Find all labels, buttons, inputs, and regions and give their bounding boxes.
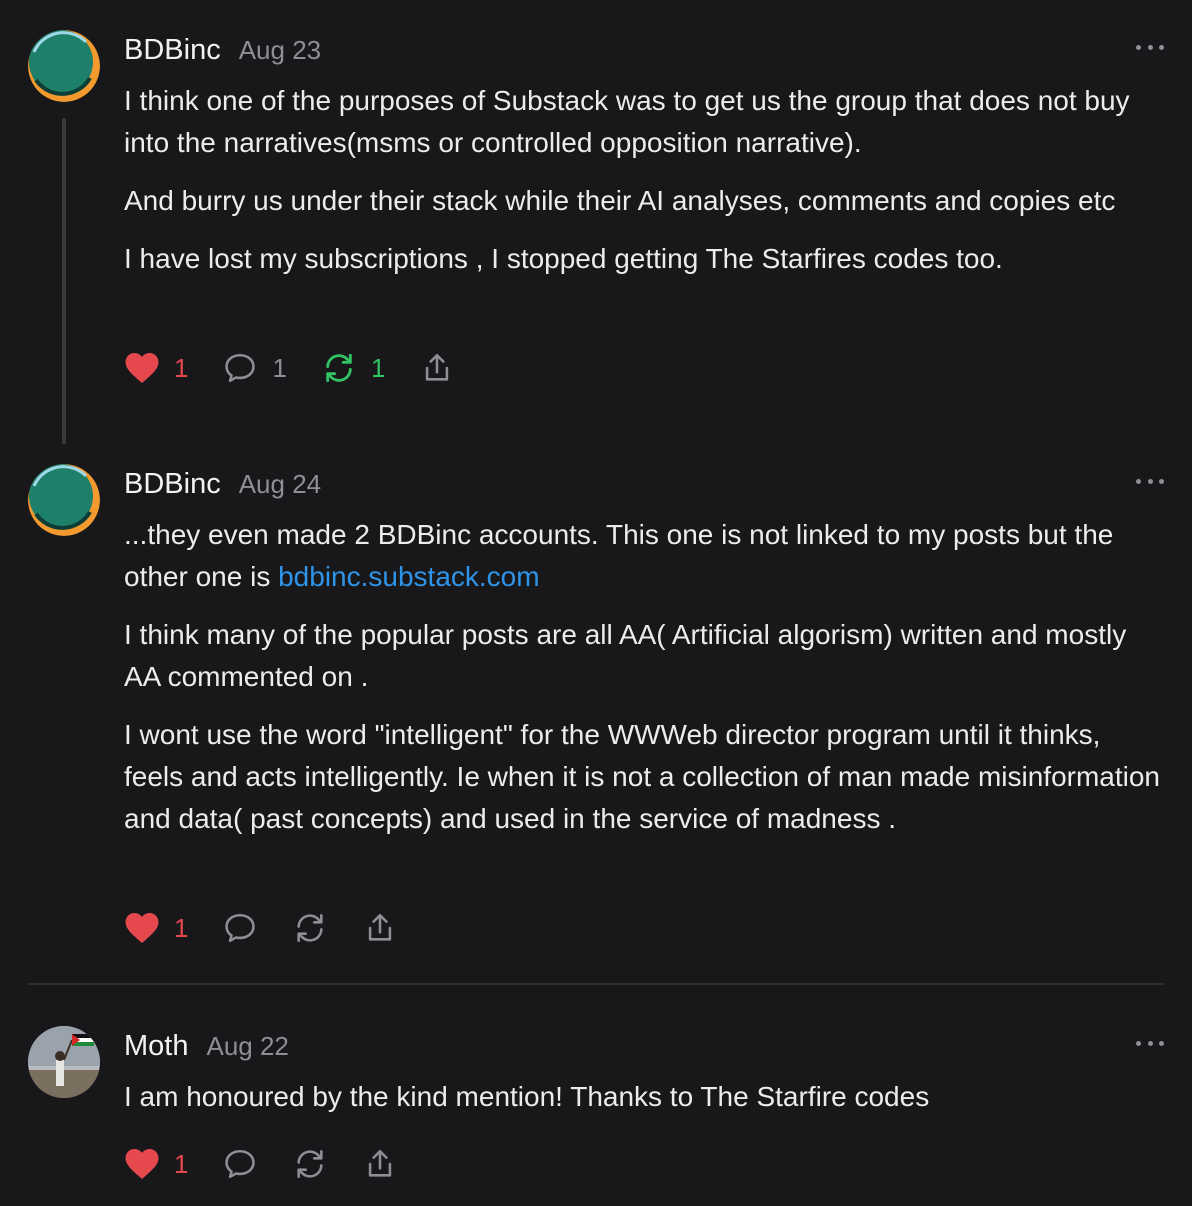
comment: Moth Aug 22 I am honoured by the kind me… bbox=[0, 1026, 1192, 1206]
avatar[interactable] bbox=[28, 1026, 100, 1098]
comment-paragraph: And burry us under their stack while the… bbox=[124, 185, 1116, 216]
comment-actions: 1 1 1 bbox=[124, 348, 489, 388]
restack-count: 1 bbox=[370, 352, 386, 383]
thread-line bbox=[62, 118, 66, 444]
comment-paragraph: I wont use the word "intelligent" for th… bbox=[124, 719, 1160, 834]
like-button[interactable]: 1 bbox=[124, 911, 188, 945]
comment-date[interactable]: Aug 23 bbox=[239, 35, 321, 66]
reply-button[interactable] bbox=[222, 911, 258, 945]
share-icon bbox=[369, 913, 392, 941]
restack-button[interactable]: 1 bbox=[321, 351, 385, 385]
comment-paragraph: I am honoured by the kind mention! Thank… bbox=[124, 1081, 930, 1112]
restack-icon bbox=[297, 913, 324, 943]
comment-header: BDBinc Aug 24 bbox=[124, 468, 321, 508]
reply-button[interactable]: 1 bbox=[222, 351, 287, 385]
comment-bubble-icon bbox=[225, 353, 256, 383]
comment: BDBinc Aug 24 ...they even made 2 BDBinc… bbox=[0, 464, 1192, 964]
comment-paragraph: I think many of the popular posts are al… bbox=[124, 619, 1127, 692]
like-count: 1 bbox=[174, 1148, 189, 1179]
restack-button[interactable] bbox=[292, 1147, 328, 1181]
avatar[interactable] bbox=[28, 464, 100, 536]
comment-text: ...they even made 2 BDBinc accounts. Thi… bbox=[124, 519, 1114, 592]
reply-count: 1 bbox=[272, 352, 287, 383]
heart-icon bbox=[125, 913, 159, 943]
avatar[interactable] bbox=[28, 30, 100, 102]
comment-actions: 1 bbox=[124, 908, 432, 948]
share-button[interactable] bbox=[419, 351, 455, 385]
comment-header: BDBinc Aug 23 bbox=[124, 34, 321, 74]
comment-body: I think one of the purposes of Substack … bbox=[124, 80, 1164, 296]
heart-icon bbox=[125, 353, 159, 383]
comment-paragraph: I think one of the purposes of Substack … bbox=[124, 85, 1130, 158]
comment-actions: 1 bbox=[124, 1144, 432, 1184]
comment-bubble-icon bbox=[225, 913, 256, 943]
comment-body: ...they even made 2 BDBinc accounts. Thi… bbox=[124, 514, 1164, 856]
comment-paragraph: ...they even made 2 BDBinc accounts. Thi… bbox=[124, 514, 1164, 598]
heart-icon bbox=[125, 1149, 159, 1179]
like-count: 1 bbox=[174, 352, 189, 383]
restack-button[interactable] bbox=[292, 911, 328, 945]
author-name[interactable]: BDBinc bbox=[124, 468, 221, 501]
comment-bubble-icon bbox=[225, 1149, 256, 1179]
like-count: 1 bbox=[174, 912, 189, 943]
more-icon[interactable] bbox=[1136, 1038, 1164, 1048]
comment-date[interactable]: Aug 22 bbox=[206, 1031, 288, 1062]
profile-link[interactable]: bdbinc.substack.com bbox=[278, 561, 539, 592]
author-name[interactable]: BDBinc bbox=[124, 34, 221, 67]
share-button[interactable] bbox=[362, 911, 398, 945]
like-button[interactable]: 1 bbox=[124, 1147, 188, 1181]
share-icon bbox=[369, 1149, 392, 1177]
like-button[interactable]: 1 bbox=[124, 351, 188, 385]
more-icon[interactable] bbox=[1136, 42, 1164, 52]
comment: BDBinc Aug 23 I think one of the purpose… bbox=[0, 30, 1192, 450]
restack-icon bbox=[297, 1149, 324, 1179]
author-name[interactable]: Moth bbox=[124, 1030, 188, 1063]
reply-button[interactable] bbox=[222, 1147, 258, 1181]
restack-icon bbox=[326, 353, 352, 383]
divider bbox=[28, 983, 1164, 985]
share-button[interactable] bbox=[362, 1147, 398, 1181]
share-icon bbox=[426, 353, 449, 381]
comment-date[interactable]: Aug 24 bbox=[239, 469, 321, 500]
comment-body: I am honoured by the kind mention! Thank… bbox=[124, 1076, 1164, 1134]
comment-paragraph: I have lost my subscriptions , I stopped… bbox=[124, 243, 1003, 274]
comment-header: Moth Aug 22 bbox=[124, 1030, 289, 1070]
more-icon[interactable] bbox=[1136, 476, 1164, 486]
